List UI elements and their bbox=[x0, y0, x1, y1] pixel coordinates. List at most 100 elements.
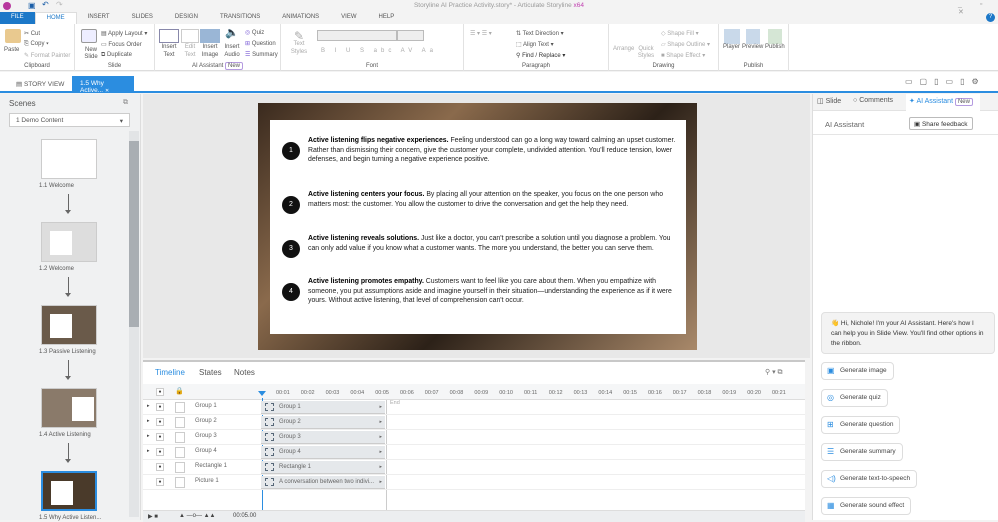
float-panel-icon[interactable]: ⧉ bbox=[123, 99, 128, 107]
font-size-select[interactable] bbox=[397, 30, 424, 41]
bar-arrow-icon[interactable]: ▸ bbox=[379, 479, 382, 485]
insert-text-button[interactable]: Insert Text bbox=[159, 29, 179, 59]
slide-thumbnail-label[interactable]: 1.5 Why Active Listen... bbox=[39, 515, 101, 521]
play-icon[interactable]: ▶ ■ bbox=[148, 513, 158, 520]
edit-text-button[interactable]: Edit Text bbox=[181, 29, 199, 59]
timeline-bar[interactable]: Group 3 ▸ bbox=[261, 431, 385, 444]
copy-button[interactable]: ⎘ Copy ▾ bbox=[24, 41, 49, 48]
menu-tab-help[interactable]: HELP bbox=[368, 12, 406, 24]
eye-icon[interactable]: ● bbox=[156, 448, 164, 456]
eye-icon[interactable]: ● bbox=[156, 463, 164, 471]
insert-image-button[interactable]: Insert Image bbox=[200, 29, 220, 59]
tab-slide[interactable]: ◫ Slide bbox=[817, 97, 841, 105]
format-painter-button[interactable]: ✎ Format Painter bbox=[24, 52, 70, 59]
menu-tab-slides[interactable]: SLIDES bbox=[121, 12, 164, 24]
lock-checkbox[interactable] bbox=[175, 477, 185, 488]
help-icon[interactable]: ? bbox=[986, 13, 995, 22]
device-preview-icons[interactable]: ▭▢▯▭▯⚙ bbox=[905, 77, 986, 86]
expand-arrow-icon[interactable]: ▸ bbox=[147, 448, 150, 454]
tab-states[interactable]: States bbox=[199, 368, 222, 377]
menu-tab-file[interactable]: FILE bbox=[0, 12, 35, 24]
eye-icon[interactable]: ● bbox=[156, 433, 164, 441]
summary-button[interactable]: ☰ Summary bbox=[245, 51, 278, 58]
tab-comments[interactable]: ○ Comments bbox=[853, 97, 893, 104]
content-card[interactable]: 1 Active listening flips negative experie… bbox=[270, 120, 686, 334]
font-family-select[interactable] bbox=[317, 30, 397, 41]
slide-thumbnail-label[interactable]: 1.4 Active Listening bbox=[39, 432, 91, 438]
menu-tab-design[interactable]: DESIGN bbox=[164, 12, 209, 24]
timeline-row[interactable]: ▸ ● Group 1 Group 1 ▸ bbox=[143, 400, 805, 415]
text-styles-button[interactable]: ✎ Text Styles bbox=[285, 30, 313, 56]
action-generate-image[interactable]: ▣ Generate image bbox=[821, 362, 894, 380]
shape-outline-button[interactable]: ▱ Shape Outline ▾ bbox=[661, 41, 710, 48]
font-format-buttons[interactable]: B I U S abc AV Aa bbox=[321, 48, 437, 54]
tab-story-view[interactable]: ▤ STORY VIEW bbox=[8, 76, 72, 93]
expand-arrow-icon[interactable]: ▸ bbox=[147, 403, 150, 409]
action-generate-text-to-speech[interactable]: ◁) Generate text-to-speech bbox=[821, 470, 918, 488]
bar-arrow-icon[interactable]: ▸ bbox=[379, 434, 382, 440]
lock-checkbox[interactable] bbox=[175, 417, 185, 428]
menu-tab-home[interactable]: HOME bbox=[34, 12, 77, 24]
duplicate-button[interactable]: ⧉ Duplicate bbox=[101, 52, 132, 59]
menu-tab-view[interactable]: VIEW bbox=[330, 12, 367, 24]
slide[interactable]: 1 Active listening flips negative experie… bbox=[258, 103, 697, 350]
lock-checkbox[interactable] bbox=[175, 447, 185, 458]
timeline-row[interactable]: ▸ ● Group 4 Group 4 ▸ bbox=[143, 445, 805, 460]
slide-thumbnail[interactable] bbox=[41, 139, 97, 179]
quick-styles-button[interactable]: Quick Styles bbox=[637, 46, 655, 60]
tab-timeline[interactable]: Timeline bbox=[155, 368, 185, 377]
scrollbar[interactable] bbox=[129, 131, 139, 517]
bar-arrow-icon[interactable]: ▸ bbox=[379, 419, 382, 425]
align-text-button[interactable]: ⬚ Align Text ▾ bbox=[516, 41, 554, 48]
timeline-bar[interactable]: Group 1 ▸ bbox=[261, 401, 385, 414]
list-buttons[interactable]: ☰ ▾ ☰ ▾ bbox=[470, 30, 492, 37]
timeline-bar[interactable]: Rectangle 1 ▸ bbox=[261, 461, 385, 474]
eye-icon[interactable]: ● bbox=[156, 478, 164, 486]
lock-checkbox[interactable] bbox=[175, 462, 185, 473]
slide-thumbnail-label[interactable]: 1.1 Welcome bbox=[39, 183, 74, 189]
eye-icon[interactable]: ● bbox=[156, 418, 164, 426]
focus-order-button[interactable]: ▭ Focus Order bbox=[101, 41, 142, 48]
eye-icon[interactable]: ● bbox=[156, 403, 164, 411]
timeline-bar[interactable]: Group 4 ▸ bbox=[261, 446, 385, 459]
slide-thumbnail-label[interactable]: 1.3 Passive Listening bbox=[39, 349, 96, 355]
scene-select[interactable]: 1 Demo Content ▾ bbox=[9, 113, 130, 127]
tab-ai-assistant[interactable]: ✦ AI Assistant New bbox=[909, 97, 973, 106]
zoom-slider[interactable]: ▲ —o— ▲▲ bbox=[179, 513, 216, 519]
bar-arrow-icon[interactable]: ▸ bbox=[379, 449, 382, 455]
timeline-options-icon[interactable]: ⚲ ▾ ⧉ bbox=[765, 368, 783, 377]
menu-tab-insert[interactable]: INSERT bbox=[77, 12, 121, 24]
menu-tab-animations[interactable]: ANIMATIONS bbox=[271, 12, 330, 24]
shape-effect-button[interactable]: ■ Shape Effect ▾ bbox=[661, 52, 705, 59]
tab-notes[interactable]: Notes bbox=[234, 368, 255, 377]
lock-checkbox[interactable] bbox=[175, 432, 185, 443]
preview-button[interactable]: Preview bbox=[742, 29, 763, 50]
menu-tab-transitions[interactable]: TRANSITIONS bbox=[209, 12, 271, 24]
timeline-row[interactable]: ● Rectangle 1 Rectangle 1 ▸ bbox=[143, 460, 805, 475]
timeline-row[interactable]: ▸ ● Group 2 Group 2 ▸ bbox=[143, 415, 805, 430]
find-replace-button[interactable]: ⚲ Find / Replace ▾ bbox=[516, 52, 565, 59]
player-button[interactable]: Player bbox=[723, 29, 740, 50]
bar-arrow-icon[interactable]: ▸ bbox=[379, 404, 382, 410]
timeline-row[interactable]: ● Picture 1 A conversation between two ind… bbox=[143, 475, 805, 490]
share-feedback-button[interactable]: ▣ Share feedback bbox=[909, 117, 973, 130]
lock-icon[interactable]: 🔒 bbox=[175, 387, 184, 395]
bar-arrow-icon[interactable]: ▸ bbox=[379, 464, 382, 470]
timeline-row[interactable]: ▸ ● Group 3 Group 3 ▸ bbox=[143, 430, 805, 445]
insert-audio-button[interactable]: 🔈 Insert Audio bbox=[221, 28, 243, 59]
action-generate-quiz[interactable]: ◎ Generate quiz bbox=[821, 389, 888, 407]
action-generate-sound-effect[interactable]: ▦ Generate sound effect bbox=[821, 497, 912, 515]
cut-button[interactable]: ✂ Cut bbox=[24, 30, 40, 37]
paste-button[interactable]: Paste bbox=[4, 47, 19, 53]
expand-arrow-icon[interactable]: ▸ bbox=[147, 418, 150, 424]
quiz-button[interactable]: ◎ Quiz bbox=[245, 29, 264, 36]
timeline-bar[interactable]: Group 2 ▸ bbox=[261, 416, 385, 429]
slide-thumbnail[interactable] bbox=[41, 388, 97, 428]
slide-thumbnail[interactable] bbox=[41, 305, 97, 345]
arrange-button[interactable]: Arrange bbox=[613, 46, 634, 52]
action-generate-summary[interactable]: ☰ Generate summary bbox=[821, 443, 903, 461]
tab-active-slide[interactable]: 1.5 Why Active... ✕ bbox=[72, 76, 134, 94]
expand-arrow-icon[interactable]: ▸ bbox=[147, 433, 150, 439]
slide-thumbnail[interactable] bbox=[41, 222, 97, 262]
action-generate-question[interactable]: ⊞ Generate question bbox=[821, 416, 901, 434]
